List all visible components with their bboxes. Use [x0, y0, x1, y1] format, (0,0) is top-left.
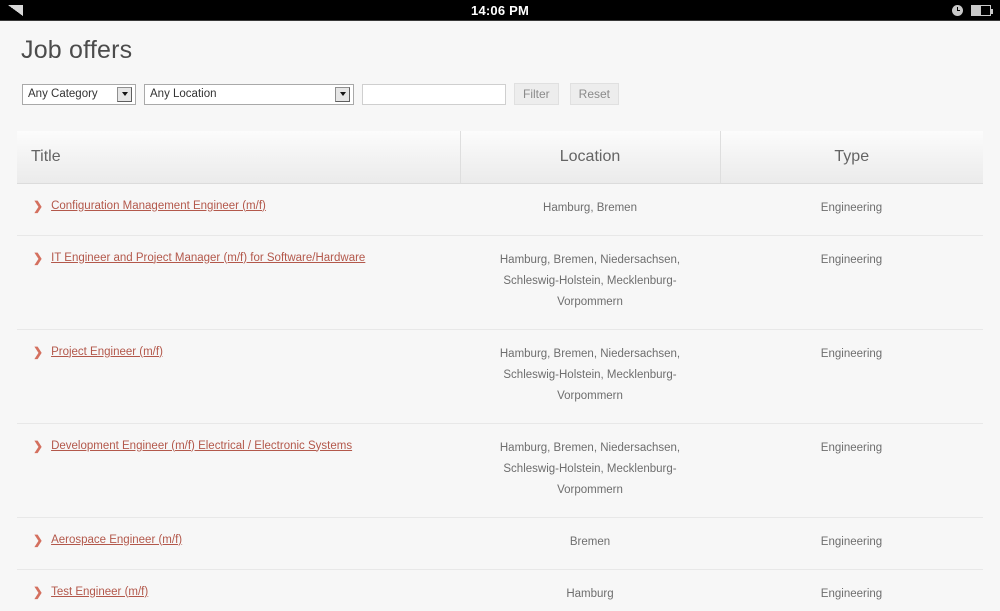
chevron-right-icon: ❯: [33, 438, 44, 453]
table-header-row: Title Location Type: [17, 131, 983, 184]
filter-button[interactable]: Filter: [514, 83, 559, 105]
job-offer-link[interactable]: Test Engineer (m/f): [51, 584, 148, 600]
filter-bar: Any Category Any Location Filter Reset: [0, 65, 1000, 105]
job-link-wrapper: ❯ Test Engineer (m/f): [33, 584, 446, 600]
chevron-right-icon: ❯: [33, 344, 44, 359]
column-header-type[interactable]: Type: [719, 131, 983, 184]
clock-icon: [952, 4, 963, 16]
table-body: ❯ Configuration Management Engineer (m/f)…: [17, 183, 983, 611]
job-type-cell: Engineering: [720, 423, 983, 518]
reset-button[interactable]: Reset: [569, 83, 620, 105]
job-location-cell: Hamburg, Bremen, Niedersachsen, Schleswi…: [460, 423, 720, 518]
job-link-wrapper: ❯ Project Engineer (m/f): [33, 344, 446, 360]
signal-icon: [8, 4, 23, 16]
table-header: Title Location Type: [17, 131, 983, 184]
job-offer-link[interactable]: IT Engineer and Project Manager (m/f) fo…: [51, 250, 365, 266]
job-offers-table: Title Location Type ❯ Configuration Manag…: [17, 131, 983, 611]
job-location-cell: Bremen: [460, 517, 720, 570]
keyword-search-input[interactable]: [362, 83, 506, 105]
chevron-right-icon: ❯: [33, 250, 44, 265]
table-row: ❯ Project Engineer (m/f) Hamburg, Bremen, …: [17, 329, 983, 424]
job-title-cell: ❯ Configuration Management Engineer (m/f): [17, 183, 460, 236]
status-bar-left-icons: [8, 0, 23, 20]
chevron-right-icon: ❯: [33, 584, 44, 599]
job-title-cell: ❯ Development Engineer (m/f) Electrical /…: [17, 423, 460, 518]
job-title-cell: ❯ Project Engineer (m/f): [17, 329, 460, 424]
category-select-label: Any Category: [28, 88, 98, 100]
table-row: ❯ Aerospace Engineer (m/f) Bremen Engineeri…: [17, 517, 983, 570]
job-type-cell: Engineering: [720, 235, 983, 330]
job-offer-link[interactable]: Development Engineer (m/f) Electrical / …: [51, 438, 352, 454]
job-link-wrapper: ❯ Configuration Management Engineer (m/f): [33, 198, 446, 214]
chevron-right-icon: ❯: [33, 198, 44, 213]
location-select[interactable]: Any Location: [144, 83, 354, 105]
status-bar-right-icons: [952, 0, 993, 20]
battery-icon: [971, 4, 993, 16]
job-location-cell: Hamburg, Bremen, Niedersachsen, Schleswi…: [460, 329, 720, 424]
job-location-cell: Hamburg, Bremen, Niedersachsen, Schleswi…: [460, 235, 720, 330]
category-select[interactable]: Any Category: [22, 83, 136, 105]
table-row: ❯ IT Engineer and Project Manager (m/f) f…: [17, 235, 983, 330]
job-type-cell: Engineering: [720, 329, 983, 424]
table-row: ❯ Configuration Management Engineer (m/f)…: [17, 183, 983, 236]
column-header-title[interactable]: Title: [17, 131, 460, 184]
chevron-right-icon: ❯: [33, 532, 44, 547]
chevron-down-icon[interactable]: [117, 86, 132, 102]
job-location-cell: Hamburg, Bremen: [460, 183, 720, 236]
chevron-down-icon[interactable]: [335, 86, 350, 102]
job-location-cell: Hamburg: [460, 569, 720, 611]
job-title-cell: ❯ IT Engineer and Project Manager (m/f) f…: [17, 235, 460, 330]
table-row: ❯ Development Engineer (m/f) Electrical /…: [17, 423, 983, 518]
job-type-cell: Engineering: [720, 517, 983, 570]
job-link-wrapper: ❯ Development Engineer (m/f) Electrical /…: [33, 438, 446, 454]
status-bar-time: 14:06 PM: [471, 2, 529, 18]
job-type-cell: Engineering: [720, 183, 983, 236]
page-title: Job offers: [21, 36, 133, 64]
page-content: Job offers Any Category Any Location Fil…: [0, 21, 1000, 611]
location-select-label: Any Location: [150, 88, 217, 100]
job-offer-link[interactable]: Project Engineer (m/f): [51, 344, 163, 360]
status-bar: 14:06 PM: [0, 0, 1000, 21]
job-offer-link[interactable]: Aerospace Engineer (m/f): [51, 532, 182, 548]
job-type-cell: Engineering: [720, 569, 983, 611]
job-link-wrapper: ❯ IT Engineer and Project Manager (m/f) f…: [33, 250, 446, 266]
job-offer-link[interactable]: Configuration Management Engineer (m/f): [51, 198, 266, 214]
table-row: ❯ Test Engineer (m/f) Hamburg Engineering: [17, 569, 983, 611]
job-title-cell: ❯ Test Engineer (m/f): [17, 569, 460, 611]
column-header-location[interactable]: Location: [459, 131, 720, 184]
job-title-cell: ❯ Aerospace Engineer (m/f): [17, 517, 460, 570]
job-link-wrapper: ❯ Aerospace Engineer (m/f): [33, 532, 446, 548]
